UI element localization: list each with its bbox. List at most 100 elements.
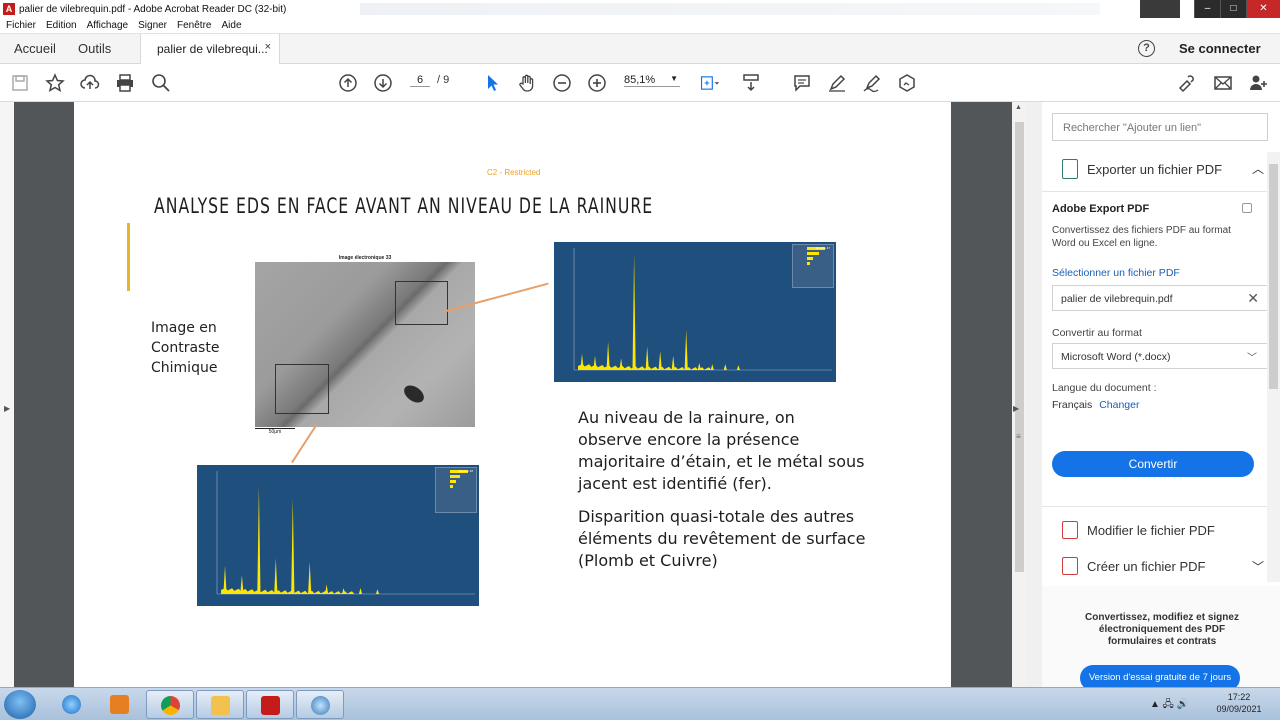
spectrum-peak [223, 565, 227, 594]
selected-file-field[interactable]: palier de vilebrequin.pdf ✕ [1052, 285, 1268, 311]
legend-bar [807, 252, 819, 255]
page-fit-icon[interactable] [696, 73, 724, 95]
taskbar-chrome[interactable] [146, 690, 194, 719]
start-button[interactable] [4, 690, 36, 719]
taskbar-media[interactable] [96, 690, 144, 719]
taskbar-acrobat[interactable] [246, 690, 294, 719]
chevron-up-icon[interactable]: ︿ [1252, 160, 1264, 177]
maximize-button[interactable]: □ [1220, 0, 1246, 18]
tab-tools[interactable]: Outils [78, 41, 111, 56]
scrollbar-thumb[interactable] [1269, 164, 1278, 389]
taskbar-explorer[interactable] [196, 690, 244, 719]
close-window-button[interactable]: ✕ [1246, 0, 1280, 18]
scrollbar-thumb[interactable] [1015, 122, 1024, 572]
menu-edition[interactable]: Edition [46, 20, 77, 31]
share-sign-icon[interactable] [896, 73, 918, 95]
spectrum-peak [606, 341, 610, 370]
menu-affichage[interactable]: Affichage [87, 20, 129, 31]
tool-edit-pdf[interactable]: Modifier le fichier PDF [1062, 521, 1270, 543]
slide-title: ANALYSE EDS EN FACE AVANT AN NIVEAU DE L… [154, 194, 654, 218]
change-language-link[interactable]: Changer [1099, 399, 1139, 411]
mail-icon[interactable] [1212, 73, 1234, 95]
chrome-icon [161, 696, 180, 715]
image-caption: Image en Contraste Chimique [151, 318, 219, 378]
help-icon[interactable]: ? [1138, 40, 1155, 57]
copy-icon[interactable] [1242, 203, 1252, 213]
spectrum-peak [671, 355, 675, 370]
sem-scale-bar: 50µm [255, 428, 295, 436]
background-window-ghost [360, 3, 1100, 15]
previous-page-icon[interactable] [337, 73, 359, 95]
right-panel-scrollbar[interactable] [1267, 152, 1280, 582]
clock[interactable]: 17:22 09/09/2021 [1204, 691, 1274, 715]
sem-image [255, 262, 475, 427]
minimize-button[interactable]: – [1194, 0, 1220, 18]
scroll-mode-icon[interactable] [740, 73, 762, 95]
promo-text: Convertissez, modifiez et signez électro… [1085, 612, 1239, 647]
zoom-level-dropdown[interactable]: 85,1% ▼ [624, 74, 680, 87]
spectrum-peak [291, 498, 295, 594]
paragraph-line: majoritaire d’étain, et le métal sous [578, 452, 865, 471]
image-caption-line: Contraste [151, 340, 220, 356]
menu-aide[interactable]: Aide [221, 20, 241, 31]
accent-bar [127, 223, 130, 291]
highlight-pen-icon[interactable] [826, 73, 848, 95]
select-cursor-icon[interactable] [481, 73, 503, 95]
document-scrollbar[interactable]: ▲ ▶ ≡ [1012, 102, 1027, 687]
document-viewport[interactable]: ▶ C2 - Restricted ANALYSE EDS EN FACE AV… [0, 102, 1027, 687]
tool-search-input[interactable]: Rechercher "Ajouter un lien" [1052, 113, 1268, 141]
hand-tool-icon[interactable] [516, 73, 538, 95]
expand-left-panel-icon[interactable]: ▶ [4, 404, 10, 413]
sem-micrograph: Image électronique 33 50µm [255, 252, 475, 435]
sign-in-link[interactable]: Se connecter [1179, 41, 1261, 56]
upload-cloud-icon[interactable] [79, 73, 101, 95]
spectrum-peak [593, 355, 597, 370]
taskbar-app[interactable] [296, 690, 344, 719]
select-file-link[interactable]: Sélectionner un fichier PDF [1052, 267, 1180, 279]
spectrum-peak [308, 561, 312, 594]
close-tab-icon[interactable]: × [265, 41, 271, 53]
divider [1042, 191, 1280, 192]
tab-home[interactable]: Accueil [14, 41, 56, 56]
scroll-up-icon[interactable]: ▲ [1015, 104, 1022, 111]
comment-icon[interactable] [791, 73, 813, 95]
search-zoom-icon[interactable] [150, 73, 172, 95]
paragraph-line: Au niveau de la rainure, on [578, 408, 795, 427]
paragraph-line: jacent est identifié (fer). [578, 474, 772, 493]
chevron-down-icon[interactable]: ﹀ [1252, 558, 1264, 575]
export-description: Convertissez des fichiers PDF au format … [1052, 225, 1231, 249]
trial-promo: Convertissez, modifiez et signez électro… [1042, 586, 1280, 691]
tab-document[interactable]: palier de vilebrequi... × [140, 34, 280, 64]
collapse-right-panel-icon[interactable]: ▶ [1013, 404, 1019, 413]
spectrum-peak [580, 353, 584, 370]
tools-right-panel: Rechercher "Ajouter un lien" Exporter un… [1042, 102, 1280, 691]
menu-fichier[interactable]: Fichier [6, 20, 36, 31]
page-number-input[interactable]: 6 [410, 74, 430, 87]
image-caption-line: Chimique [151, 360, 218, 376]
add-user-icon[interactable] [1247, 73, 1269, 95]
menu-signer[interactable]: Signer [138, 20, 167, 31]
export-pdf-header[interactable]: Exporter un fichier PDF ︿ [1062, 159, 1270, 183]
edit-link-icon[interactable] [1176, 73, 1198, 95]
zoom-out-icon[interactable] [551, 73, 573, 95]
sign-pen-icon[interactable] [861, 73, 883, 95]
folder-icon [211, 696, 230, 715]
format-select[interactable]: Microsoft Word (*.docx) ﹀ [1052, 343, 1268, 369]
system-tray[interactable]: ▲ 🖧 🔊 [1150, 697, 1189, 714]
clear-file-icon[interactable]: ✕ [1247, 290, 1259, 307]
taskbar-ie[interactable] [48, 690, 96, 719]
print-icon[interactable] [114, 73, 136, 95]
menu-fenetre[interactable]: Fenêtre [177, 20, 211, 31]
bookmark-star-icon[interactable] [44, 73, 66, 95]
toolbar: 6 / 9 85,1% ▼ [0, 64, 1280, 102]
internet-explorer-icon [62, 695, 81, 714]
paragraph-disappearance: Disparition quasi-totale des autres élém… [578, 506, 878, 572]
tool-create-pdf[interactable]: Créer un fichier PDF ﹀ [1062, 557, 1270, 579]
left-nav-gutter[interactable]: ▶ [0, 102, 14, 687]
spectrum-peak [325, 584, 329, 594]
convert-button[interactable]: Convertir [1052, 451, 1254, 477]
save-icon[interactable] [9, 73, 31, 95]
next-page-icon[interactable] [372, 73, 394, 95]
zoom-in-icon[interactable] [586, 73, 608, 95]
resize-grip-icon[interactable]: ≡ [1016, 432, 1021, 441]
